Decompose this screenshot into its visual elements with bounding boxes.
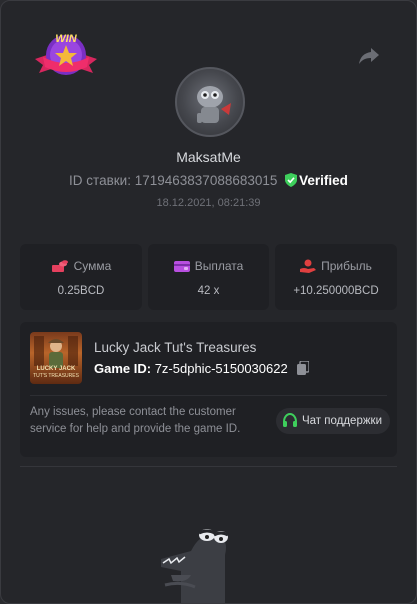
game-id-row: Game ID: 7z-5dphic-5150030622: [94, 360, 311, 378]
verified-label: Verified: [299, 173, 348, 188]
support-chat-label: Чат поддержки: [302, 415, 383, 427]
section-divider: [20, 466, 397, 467]
hand-coin-icon: [300, 259, 317, 273]
help-text: Any issues, please contact the customer …: [30, 406, 241, 435]
stat-amount-label: Сумма: [73, 259, 112, 273]
bet-id-value: 1719463837088683015: [134, 173, 278, 188]
support-chat-button[interactable]: Чат поддержки: [276, 408, 391, 434]
game-info-card: LUCKY JACK TUT'S TREASURES Lucky Jack Tu…: [20, 322, 397, 457]
stat-amount-value: 0.25BCD: [57, 285, 105, 297]
thumb-title-line2: TUT'S TREASURES: [33, 373, 79, 379]
bet-id-row: ID ставки: 1719463837088683015 Verified: [1, 173, 416, 190]
game-title[interactable]: Lucky Jack Tut's Treasures: [94, 340, 256, 355]
username: MaksatMe: [176, 149, 241, 165]
bet-details-panel: WIN MaksatMe ID ставки: 1719463837088683…: [0, 0, 417, 604]
bet-id-label: ID ставки:: [69, 173, 131, 188]
stat-profit-label: Прибыль: [321, 259, 372, 273]
win-badge-text: WIN: [55, 33, 77, 45]
thumb-title-line1: LUCKY JACK: [36, 366, 76, 372]
stat-payout-label: Выплата: [194, 259, 244, 273]
stat-amount: Сумма 0.25BCD: [20, 244, 142, 310]
bet-datetime: 18.12.2021, 08:21:39: [156, 197, 261, 209]
crocodile-mascot-icon: [151, 521, 241, 603]
stat-payout: Выплата 42 x: [148, 244, 269, 310]
stat-profit: Прибыль +10.250000BCD: [275, 244, 397, 310]
stat-profit-value: +10.250000BCD: [293, 285, 379, 297]
game-id-value: 7z-5dphic-5150030622: [154, 361, 288, 376]
headset-icon: [283, 413, 297, 427]
win-badge-icon: WIN: [33, 29, 99, 79]
card-divider: [30, 395, 387, 396]
game-id-label: Game ID:: [94, 361, 152, 376]
verified-shield-icon: [285, 173, 298, 190]
stat-payout-value: 42 x: [197, 285, 220, 297]
share-icon[interactable]: [357, 45, 381, 67]
avatar: [175, 67, 245, 137]
wallet-icon: [173, 261, 190, 272]
coins-icon: [51, 260, 68, 272]
game-thumbnail[interactable]: LUCKY JACK TUT'S TREASURES: [30, 332, 82, 384]
copy-icon[interactable]: [297, 360, 311, 378]
